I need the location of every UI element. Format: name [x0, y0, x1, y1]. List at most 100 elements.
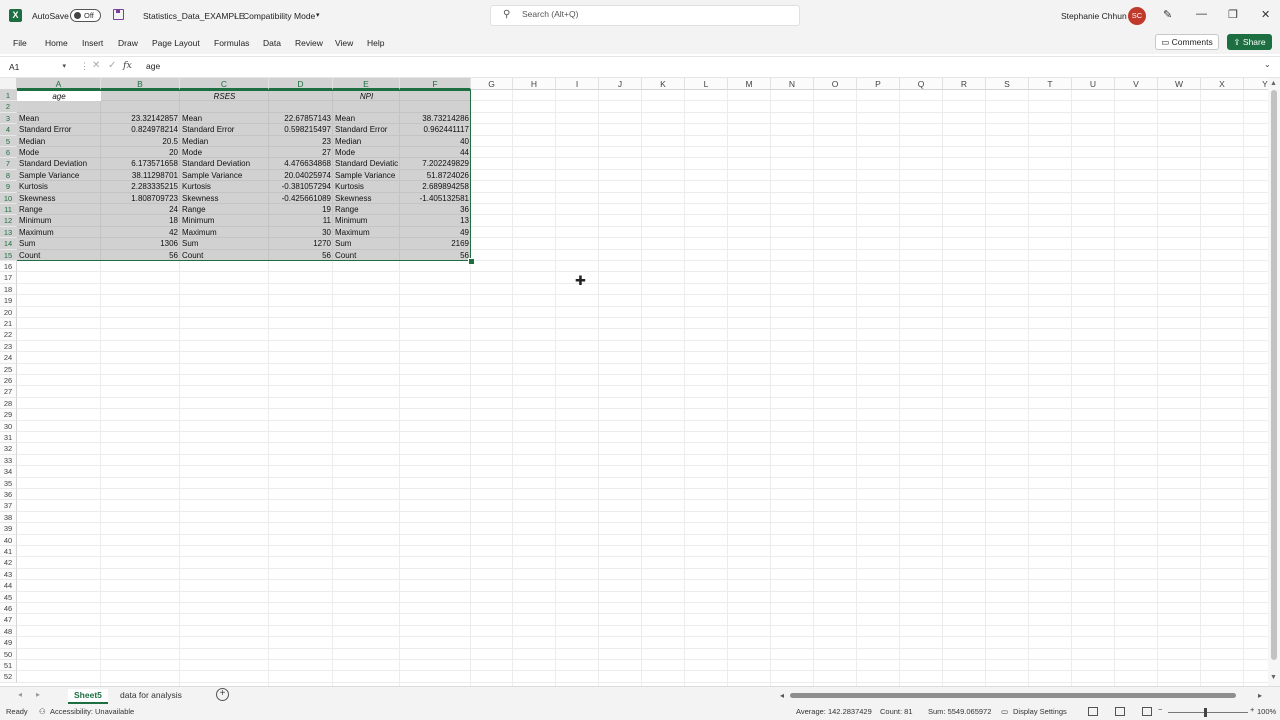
column-header-o[interactable]: O: [814, 78, 857, 90]
column-header-p[interactable]: P: [857, 78, 900, 90]
stat-label-age[interactable]: Median: [19, 136, 99, 147]
chevron-down-icon[interactable]: ▾: [316, 9, 320, 23]
row-header[interactable]: 38: [0, 511, 17, 524]
stat-label-age[interactable]: Standard Deviation: [19, 158, 99, 169]
stat-value-rses[interactable]: 0.598215497: [271, 124, 331, 135]
row-header[interactable]: 42: [0, 557, 17, 569]
normal-view-icon[interactable]: [1088, 707, 1098, 716]
stat-label-age[interactable]: Mode: [19, 147, 99, 158]
stat-value-age[interactable]: 1306: [103, 238, 178, 249]
column-header-r[interactable]: R: [943, 78, 986, 90]
name-box[interactable]: A1 ▾: [4, 60, 68, 74]
menu-view[interactable]: View: [335, 38, 353, 48]
row-header[interactable]: 27: [0, 386, 17, 398]
stat-label-rses[interactable]: Sample Variance: [182, 170, 267, 181]
formula-input[interactable]: age: [146, 61, 160, 71]
stat-value-age[interactable]: 24: [103, 204, 178, 215]
row-header[interactable]: 14: [0, 238, 17, 250]
menu-review[interactable]: Review: [295, 38, 323, 48]
row-header[interactable]: 45: [0, 591, 17, 603]
row-header[interactable]: 28: [0, 397, 17, 410]
column-header-v[interactable]: V: [1115, 78, 1158, 90]
stat-label-npi[interactable]: Standard Deviatic: [335, 158, 398, 169]
row-header[interactable]: 22: [0, 329, 17, 341]
stat-value-npi[interactable]: 2.689894258: [402, 181, 469, 192]
tab-prev-icon[interactable]: ◂: [18, 690, 22, 699]
drag-handle-icon[interactable]: ⋮: [80, 61, 89, 72]
stat-label-age[interactable]: Count: [19, 250, 99, 261]
stat-value-npi[interactable]: 49: [402, 227, 469, 238]
page-layout-view-icon[interactable]: [1115, 707, 1125, 716]
stat-label-rses[interactable]: Count: [182, 250, 267, 261]
status-count[interactable]: Count: 81: [880, 707, 913, 716]
header-age[interactable]: age: [17, 91, 101, 102]
stat-value-rses[interactable]: 19: [271, 204, 331, 215]
select-all-corner[interactable]: [0, 78, 17, 90]
stat-label-rses[interactable]: Sum: [182, 238, 267, 249]
column-header-w[interactable]: W: [1158, 78, 1201, 90]
stat-value-npi[interactable]: 38.73214286: [402, 113, 469, 124]
row-header[interactable]: 50: [0, 648, 17, 660]
row-header[interactable]: 31: [0, 432, 17, 444]
stat-value-npi[interactable]: 44: [402, 147, 469, 158]
column-header-b[interactable]: B: [101, 78, 180, 90]
stat-label-age[interactable]: Standard Error: [19, 124, 99, 135]
column-header-e[interactable]: E: [333, 78, 400, 90]
column-header-k[interactable]: K: [642, 78, 685, 90]
stat-value-age[interactable]: 23.32142857: [103, 113, 178, 124]
stat-value-rses[interactable]: -0.381057294: [271, 181, 331, 192]
stat-label-rses[interactable]: Minimum: [182, 215, 267, 226]
zoom-slider[interactable]: [1168, 712, 1248, 713]
row-header[interactable]: 10: [0, 192, 17, 204]
row-header[interactable]: 41: [0, 546, 17, 558]
row-header[interactable]: 13: [0, 226, 17, 239]
stat-value-npi[interactable]: 13: [402, 215, 469, 226]
row-header[interactable]: 25: [0, 363, 17, 375]
stat-value-npi[interactable]: 2169: [402, 238, 469, 249]
stat-label-rses[interactable]: Skewness: [182, 193, 267, 204]
stat-label-age[interactable]: Sum: [19, 238, 99, 249]
zoom-in-icon[interactable]: +: [1250, 705, 1254, 714]
row-header[interactable]: 20: [0, 306, 17, 318]
menu-page-layout[interactable]: Page Layout: [152, 38, 200, 48]
scroll-up-icon[interactable]: ▲: [1270, 80, 1277, 87]
row-header[interactable]: 9: [0, 181, 17, 193]
stat-value-age[interactable]: 2.283335215: [103, 181, 178, 192]
tab-next-icon[interactable]: ▸: [36, 690, 40, 699]
stat-value-age[interactable]: 6.173571658: [103, 158, 178, 169]
row-header[interactable]: 26: [0, 375, 17, 387]
fill-handle[interactable]: [468, 258, 475, 265]
tab-data-for-analysis[interactable]: data for analysis: [114, 689, 188, 702]
header-npi[interactable]: NPI: [333, 91, 400, 102]
column-header-y[interactable]: Y: [1244, 78, 1268, 90]
status-sum[interactable]: Sum: 5549.065972: [928, 707, 991, 716]
row-header[interactable]: 17: [0, 272, 17, 284]
column-header-s[interactable]: S: [986, 78, 1029, 90]
row-header[interactable]: 39: [0, 523, 17, 535]
menu-formulas[interactable]: Formulas: [214, 38, 249, 48]
row-header[interactable]: 34: [0, 466, 17, 478]
vertical-scrollbar[interactable]: ▲ ▼: [1268, 78, 1280, 686]
column-header-n[interactable]: N: [771, 78, 814, 90]
menu-file[interactable]: File: [13, 38, 27, 48]
row-header[interactable]: 1: [0, 90, 17, 102]
stat-value-rses[interactable]: -0.425661089: [271, 193, 331, 204]
row-header[interactable]: 48: [0, 625, 17, 638]
stat-label-npi[interactable]: Median: [335, 136, 398, 147]
row-header[interactable]: 3: [0, 112, 17, 125]
stat-value-npi[interactable]: 0.962441117: [402, 124, 469, 135]
row-header[interactable]: 6: [0, 147, 17, 159]
status-average[interactable]: Average: 142.2837429: [796, 707, 872, 716]
scroll-left-icon[interactable]: ◂: [780, 691, 784, 700]
zoom-slider-knob[interactable]: [1204, 708, 1207, 717]
row-header[interactable]: 30: [0, 420, 17, 432]
stat-value-age[interactable]: 0.824978214: [103, 124, 178, 135]
column-header-g[interactable]: G: [471, 78, 513, 90]
stat-value-rses[interactable]: 20.04025974: [271, 170, 331, 181]
check-icon[interactable]: ✓: [108, 60, 116, 71]
row-header[interactable]: 46: [0, 603, 17, 615]
row-header[interactable]: 51: [0, 660, 17, 672]
column-header-u[interactable]: U: [1072, 78, 1115, 90]
stat-label-rses[interactable]: Standard Error: [182, 124, 267, 135]
stat-label-npi[interactable]: Sum: [335, 238, 398, 249]
